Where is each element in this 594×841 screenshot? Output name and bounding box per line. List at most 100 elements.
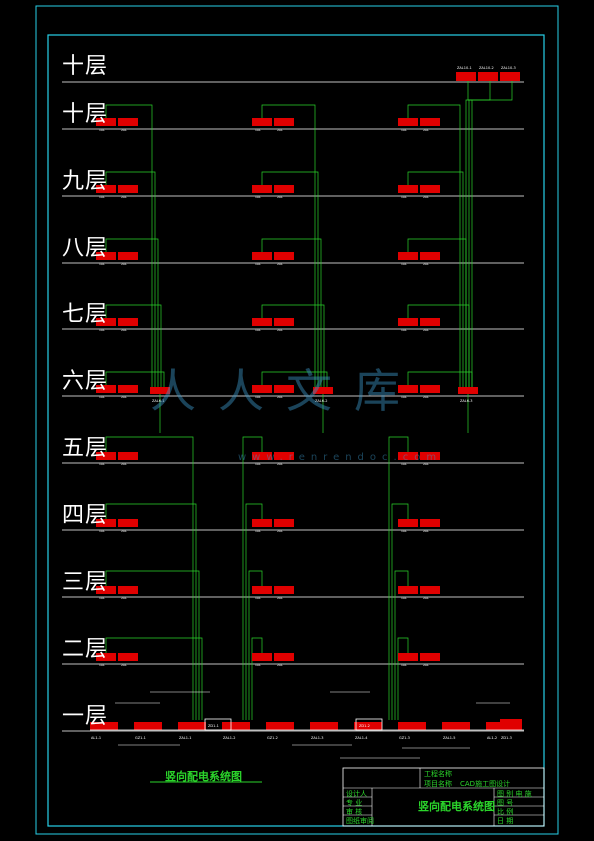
box-label: 2AL <box>277 663 283 667</box>
floor-label: 一层 <box>62 704 109 729</box>
box-label: 1AL <box>99 596 105 600</box>
box-label: 2AL <box>121 128 127 132</box>
floor-label: 十层 <box>62 54 109 79</box>
lower-box-2-a <box>398 653 418 661</box>
box-label: 2AL <box>277 328 283 332</box>
ground-label: AL1-2 <box>487 736 497 740</box>
ground-label: AL1-1 <box>91 736 101 740</box>
floor-box-0-b <box>118 318 138 326</box>
box-label: 1AL <box>255 529 261 533</box>
lower-box-2-a <box>398 586 418 594</box>
box-label: 2AL <box>423 529 429 533</box>
lower-box-2-b <box>420 519 440 527</box>
ground-label: GZ1-2 <box>267 736 278 740</box>
ground-label: ZAL1-1 <box>179 736 191 740</box>
box-label: 1AL <box>401 128 407 132</box>
floor-label: 三层 <box>62 570 109 595</box>
collector-label: ZAL6-3 <box>460 399 472 403</box>
title-block-right-1: 图 别 电 施 <box>497 790 532 798</box>
lower-box-2-b <box>420 586 440 594</box>
box-label: 1AL <box>401 262 407 266</box>
diagram-caption: 竖向配电系统图 <box>165 770 242 783</box>
floor-box-2-b <box>420 385 440 393</box>
floor-box-0-b <box>118 185 138 193</box>
main-panel-right <box>500 719 522 730</box>
lower-box-1-b <box>274 653 294 661</box>
ground-label: ZAL1-2 <box>223 736 235 740</box>
floor-label: 五层 <box>62 436 109 461</box>
box-label: 2AL <box>121 529 127 533</box>
lower-feeder-wire <box>391 503 409 720</box>
feeder-wire <box>261 104 316 389</box>
lower-box-1-b <box>274 519 294 527</box>
box-label: 2AL <box>423 128 429 132</box>
box-label: 1AL <box>255 195 261 199</box>
box-label: 1AL <box>99 195 105 199</box>
lower-feeder-wire <box>245 503 263 720</box>
box-label: 2AL <box>121 663 127 667</box>
box-label: 2AL <box>277 262 283 266</box>
box-label: 2AL <box>423 195 429 199</box>
lower-feeder-wire <box>251 637 263 720</box>
title-block-project-label: 工程名称 <box>424 770 452 778</box>
title-block-right-3: 比 例 <box>497 808 514 816</box>
ground-box <box>178 722 206 730</box>
box-label: 2AL <box>121 395 127 399</box>
floor-box-2-a <box>398 318 418 326</box>
ground-label: ZAL1-5 <box>443 736 455 740</box>
drawing-sheet: 1AL 2AL 1AL 2AL 1AL 2AL 1AL 2AL 1AL 2AL ZAL6-1 1AL 2… <box>0 0 594 841</box>
title-block-right-2: 图 号 <box>497 799 514 807</box>
watermark-text: 人人文库 <box>150 364 422 418</box>
watermark-url: www.renrendoc.com <box>238 452 443 463</box>
ground-label: GZ1-3 <box>399 736 410 740</box>
ground-label: GZ1-1 <box>135 736 146 740</box>
title-block-drawing-title: 竖向配电系统图 <box>418 800 495 813</box>
box-label: 1AL <box>255 262 261 266</box>
lower-box-0-b <box>118 653 138 661</box>
collector-panel <box>458 387 478 394</box>
ground-box <box>310 722 338 730</box>
box-label: 2AL <box>121 262 127 266</box>
ground-box <box>222 722 250 730</box>
ground-label: ZAL1-3 <box>311 736 323 740</box>
floor-label: 七层 <box>62 302 109 327</box>
main-panel-label: ZD1-2 <box>359 724 370 728</box>
floor-box-1-a <box>252 252 272 260</box>
box-label: 1AL <box>255 596 261 600</box>
feeder-wire <box>105 104 153 389</box>
box-label: 2AL <box>277 596 283 600</box>
lower-feeder-wire <box>105 503 197 720</box>
title-block-right-4: 日 期 <box>497 817 514 825</box>
title-block-row-1: 设计人 <box>346 790 367 798</box>
box-label: 1AL <box>401 195 407 199</box>
lower-box-0-b <box>118 452 138 460</box>
lower-box-1-b <box>274 586 294 594</box>
floor-box-2-b <box>420 252 440 260</box>
title-block-item-value: CAD施工图设计 <box>460 780 511 788</box>
floor-box-1-a <box>252 185 272 193</box>
title-block-row-3: 审 核 <box>346 808 363 816</box>
floor-box-2-a <box>398 252 418 260</box>
box-label: 1AL <box>99 395 105 399</box>
lower-feeder-wire <box>397 637 409 720</box>
box-label: 1AL <box>99 128 105 132</box>
box-label: 2AL <box>423 262 429 266</box>
box-label: 2AL <box>277 529 283 533</box>
top-panel-box <box>478 72 498 81</box>
lower-feeder-wire <box>105 637 203 720</box>
floor-box-0-b <box>118 252 138 260</box>
box-label: 2AL <box>121 462 127 466</box>
box-label: 1AL <box>401 529 407 533</box>
top-panel-box <box>456 72 476 81</box>
box-label: 2AL <box>423 328 429 332</box>
ground-box <box>266 722 294 730</box>
lower-box-2-a <box>398 519 418 527</box>
box-label: 2AL <box>423 596 429 600</box>
floor-label: 十层 <box>62 102 109 127</box>
box-label: 1AL <box>99 663 105 667</box>
main-panel-label: ZD1-3 <box>501 736 512 740</box>
box-label: 2AL <box>277 195 283 199</box>
title-block-row-2: 专 业 <box>346 799 363 807</box>
box-label: 1AL <box>255 663 261 667</box>
box-label: 2AL <box>121 328 127 332</box>
